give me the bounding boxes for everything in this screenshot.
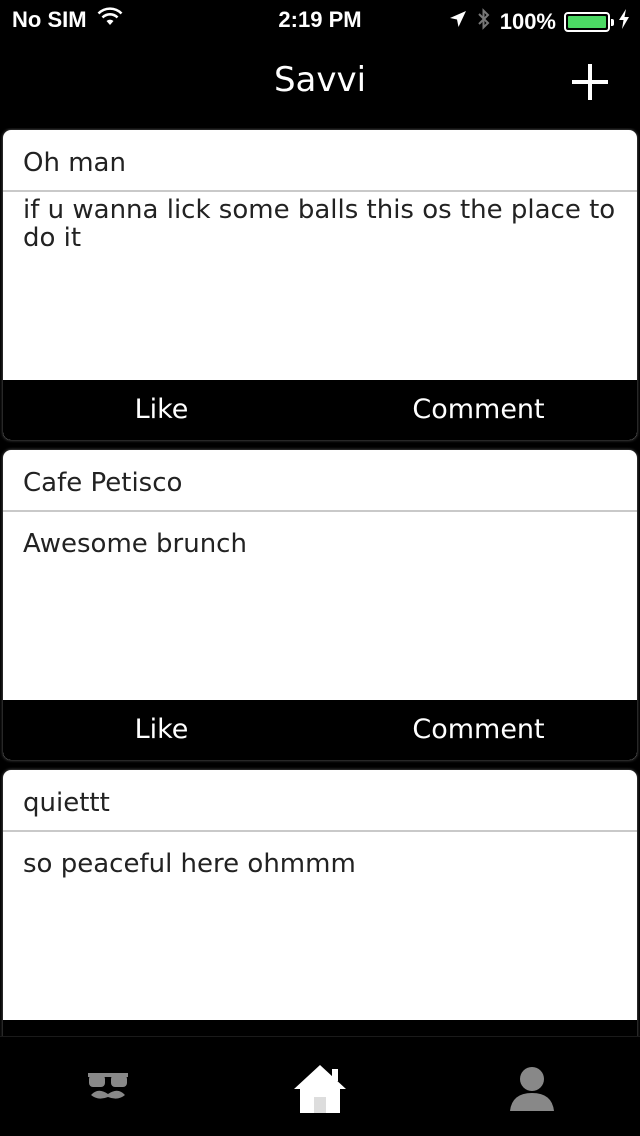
status-right: 100% [448,7,630,37]
tab-bar [0,1036,640,1136]
post-card: quiettt so peaceful here ohmmm Like Comm… [3,770,637,1036]
post-card: Cafe Petisco Awesome brunch Like Comment [3,450,637,760]
post-body: if u wanna lick some balls this os the p… [23,195,616,253]
bluetooth-icon [476,7,492,37]
status-bar: No SIM 2:19 PM 100% [0,0,640,40]
like-button[interactable]: Like [3,1020,320,1036]
home-icon [294,1065,346,1113]
post-body: so peaceful here ohmmm [23,849,356,879]
tab-profile[interactable] [482,1057,582,1117]
tab-disguise[interactable] [58,1057,158,1117]
comment-button[interactable]: Comment [320,700,637,760]
nav-bar: Savvi [0,40,640,128]
post-card: Oh man if u wanna lick some balls this o… [3,130,637,440]
post-actions: Like Comment [3,380,637,440]
post-body: Awesome brunch [23,529,247,559]
disguise-glasses-mustache-icon [88,1073,128,1099]
like-button[interactable]: Like [3,700,320,760]
profile-person-icon [510,1067,554,1111]
like-button[interactable]: Like [3,380,320,440]
comment-button[interactable]: Comment [320,380,637,440]
battery-percent: 100% [499,9,556,34]
post-actions: Like Comment [3,700,637,760]
post-title: Oh man [3,130,637,192]
location-arrow-icon [448,9,468,35]
add-post-button[interactable] [570,62,610,102]
post-title: Cafe Petisco [3,450,637,512]
charging-bolt-icon [618,8,630,36]
post-actions: Like Comment [3,1020,637,1036]
comment-button[interactable]: Comment [320,1020,637,1036]
post-title: quiettt [3,770,637,832]
plus-icon [572,64,608,100]
battery-icon [564,12,614,32]
tab-home[interactable] [270,1057,370,1117]
post-feed[interactable]: Oh man if u wanna lick some balls this o… [0,128,640,1036]
screen: No SIM 2:19 PM 100% Savvi Oh man if u wa… [0,0,640,1136]
page-title: Savvi [273,60,367,100]
